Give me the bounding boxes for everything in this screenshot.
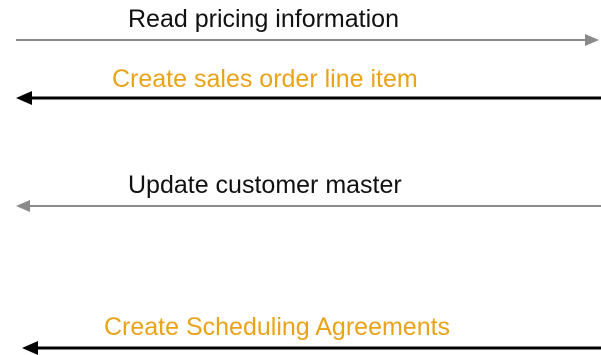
flow-read-pricing: Read pricing information [0, 0, 601, 60]
flow-create-scheduling-agreements: Create Scheduling Agreements [0, 310, 601, 355]
arrow-left-icon [22, 341, 601, 355]
flow-create-sales-order: Create sales order line item [0, 62, 601, 112]
arrow-right-icon [16, 34, 599, 46]
flow-update-customer-master: Update customer master [0, 168, 601, 218]
arrow-left-icon [16, 200, 601, 212]
arrow-left-icon [16, 91, 601, 105]
